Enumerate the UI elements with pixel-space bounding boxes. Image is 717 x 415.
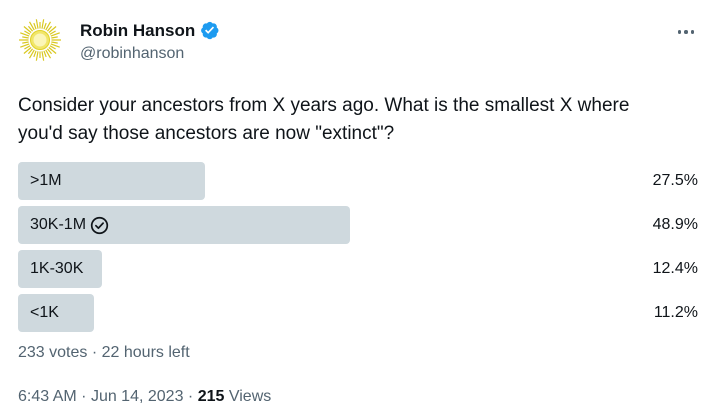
tweet-footer: 6:43 AM · Jun 14, 2023 · 215 Views: [18, 388, 271, 406]
more-icon[interactable]: [674, 20, 698, 44]
poll-option[interactable]: 1K-30K 12.4%: [18, 250, 698, 288]
poll-option-label: <1K: [30, 304, 59, 321]
poll-option[interactable]: <1K 11.2%: [18, 294, 698, 332]
poll-option-label: 30K-1M: [30, 206, 109, 244]
verified-badge-icon: [201, 21, 219, 40]
check-circle-icon: [90, 216, 109, 234]
poll-option-percent: 11.2%: [653, 304, 698, 321]
separator-dot: ·: [187, 388, 194, 405]
separator-dot: ·: [81, 388, 87, 405]
poll-option-percent: 27.5%: [652, 172, 698, 189]
avatar[interactable]: [16, 16, 64, 64]
poll-option-label: 1K-30K: [30, 260, 84, 277]
author-name[interactable]: Robin Hanson: [80, 21, 195, 41]
poll-option-label-text: 30K-1M: [30, 216, 87, 233]
poll-option-label: >1M: [30, 172, 62, 189]
poll-option[interactable]: 30K-1M 48.9%: [18, 206, 698, 244]
tweet-time[interactable]: 6:43 AM: [18, 388, 77, 405]
poll-meta: 233 votes · 22 hours left: [18, 344, 190, 362]
tweet-text-line-2: you'd say those ancestors are now "extin…: [18, 123, 395, 144]
poll-option-percent: 12.4%: [652, 260, 698, 277]
tweet-date[interactable]: Jun 14, 2023: [91, 388, 184, 405]
tweet-text-line-1: Consider your ancestors from X years ago…: [18, 95, 630, 116]
poll-time-left: 22 hours left: [101, 344, 190, 361]
poll: >1M 27.5% 30K-1M 48.9% 1K-30K 12.4% <1K …: [18, 162, 698, 338]
views-count[interactable]: 215: [198, 388, 225, 405]
views-label[interactable]: Views: [229, 388, 271, 405]
poll-option-percent: 48.9%: [652, 216, 698, 233]
poll-votes: 233 votes: [18, 344, 88, 361]
tweet-text: Consider your ancestors from X years ago…: [18, 92, 698, 148]
separator-dot: ·: [91, 344, 98, 361]
poll-option[interactable]: >1M 27.5%: [18, 162, 698, 200]
author-handle[interactable]: @robinhanson: [80, 45, 184, 63]
